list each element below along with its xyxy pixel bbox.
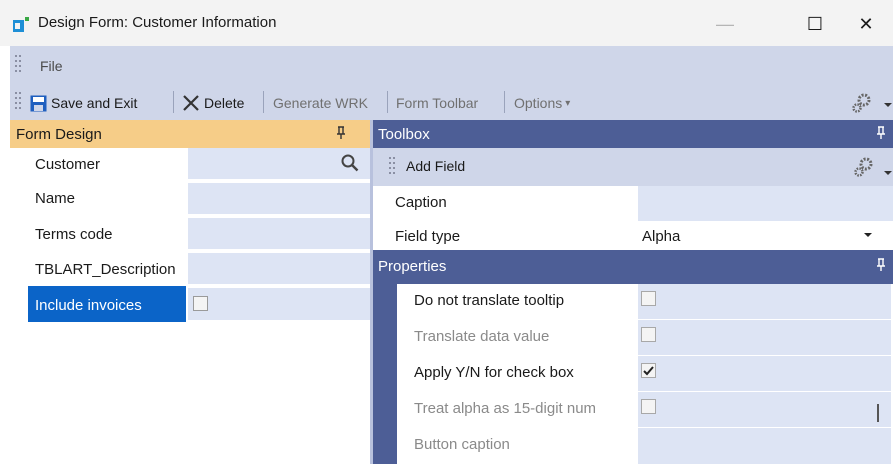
property-value (638, 392, 891, 427)
options-dropdown[interactable]: Options ▾ (514, 91, 570, 115)
toolbar-separator (173, 91, 174, 113)
toolbar-separator (504, 91, 505, 113)
name-value[interactable] (188, 183, 370, 216)
window-title: Design Form: Customer Information (38, 14, 277, 31)
save-and-exit-label: Save and Exit (51, 95, 138, 111)
tblart-description-label: TBLART_Description (35, 261, 176, 278)
property-value (638, 356, 891, 391)
search-icon[interactable] (341, 154, 359, 172)
grip-icon[interactable] (14, 90, 22, 114)
toolbox-header (373, 120, 893, 148)
translate-data-value-checkbox[interactable] (641, 327, 656, 342)
caption-field[interactable] (638, 186, 893, 221)
options-label: Options (514, 95, 563, 111)
name-label: Name (35, 190, 76, 207)
properties-title: Properties (378, 258, 447, 275)
delete-label: Delete (204, 95, 245, 111)
do-not-translate-tooltip-checkbox[interactable] (641, 291, 656, 306)
treat-alpha-checkbox[interactable] (641, 399, 656, 414)
chevron-down-icon[interactable] (863, 232, 873, 238)
treat-alpha-label: Treat alpha as 15-digit num (414, 400, 597, 417)
button-caption-field[interactable] (638, 428, 891, 464)
chevron-down-icon[interactable] (883, 102, 893, 108)
app-form-icon (13, 17, 29, 32)
include-invoices-value (188, 288, 370, 322)
do-not-translate-tooltip-label: Do not translate tooltip (414, 292, 565, 309)
include-invoices-checkbox[interactable] (193, 296, 208, 311)
close-button[interactable]: ✕ (843, 8, 889, 40)
field-type-value: Alpha (642, 228, 681, 245)
include-invoices-label: Include invoices (35, 297, 142, 314)
menu-bar (10, 46, 893, 84)
scrollbar-thumb[interactable] (877, 404, 879, 422)
generate-wrk-button[interactable]: Generate WRK (273, 91, 368, 115)
apply-yn-checkbox[interactable] (641, 363, 656, 378)
grip-icon[interactable] (388, 155, 396, 179)
apply-yn-label: Apply Y/N for check box (414, 364, 574, 381)
chevron-down-icon[interactable] (883, 170, 893, 176)
toolbox-title: Toolbox (378, 126, 430, 143)
toolbar-separator (387, 91, 388, 113)
tblart-description-value[interactable] (188, 253, 370, 286)
add-field-button[interactable]: Add Field (406, 158, 465, 174)
property-value (638, 320, 891, 355)
gear-icon[interactable] (851, 92, 873, 114)
terms-code-label: Terms code (35, 226, 113, 243)
delete-button[interactable]: Delete (182, 91, 244, 115)
terms-code-value[interactable] (188, 218, 370, 251)
property-value (638, 284, 891, 319)
file-menu[interactable]: File (40, 58, 63, 74)
grip-icon[interactable] (14, 53, 22, 77)
properties-header (373, 250, 893, 284)
chevron-down-icon: ▾ (565, 97, 571, 109)
save-icon (30, 95, 47, 111)
pin-icon[interactable] (336, 126, 346, 140)
button-caption-label: Button caption (414, 436, 510, 453)
field-type-label: Field type (395, 228, 461, 245)
minimize-button[interactable]: — (702, 8, 748, 40)
pin-icon[interactable] (876, 258, 886, 272)
customer-label: Customer (35, 156, 101, 173)
form-design-title: Form Design (16, 126, 102, 143)
toolbar-separator (263, 91, 264, 113)
delete-x-icon (183, 95, 199, 111)
pin-icon[interactable] (876, 126, 886, 140)
caption-label: Caption (395, 194, 447, 211)
maximize-button[interactable]: ☐ (792, 8, 838, 40)
form-toolbar-button[interactable]: Form Toolbar (396, 91, 478, 115)
properties-category-strip (373, 284, 397, 464)
translate-data-value-label: Translate data value (414, 328, 550, 345)
checkmark-icon (643, 366, 654, 376)
save-and-exit-button[interactable]: Save and Exit (30, 91, 137, 115)
gear-icon[interactable] (853, 156, 875, 178)
